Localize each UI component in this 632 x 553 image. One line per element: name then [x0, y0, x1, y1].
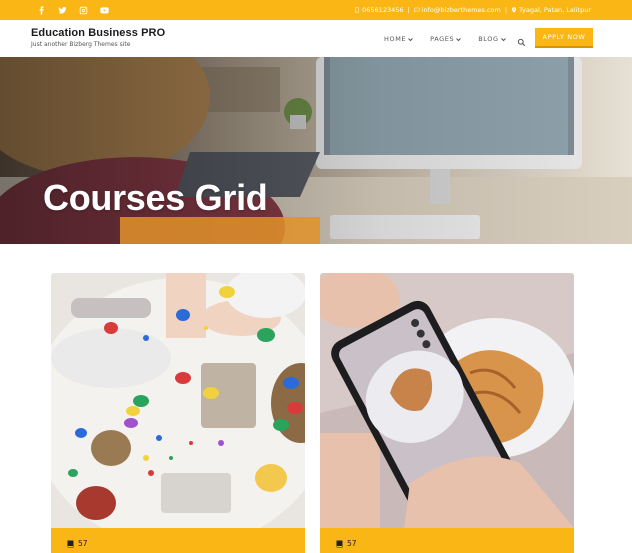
search-icon [517, 38, 526, 47]
phone-number[interactable]: 0656123456 [362, 6, 403, 14]
site-title[interactable]: Education Business PRO [31, 27, 165, 39]
lessons-count: 57 [67, 539, 88, 548]
youtube-icon [100, 6, 109, 13]
nav-item-label: HOME [384, 35, 407, 43]
chevron-down-icon [500, 37, 506, 41]
instagram-icon [79, 6, 88, 14]
course-photo-easter-eggs [51, 273, 305, 528]
contact-info: 0656123456 | info@bizberthemes.com | Tya… [354, 0, 591, 20]
apply-now-button[interactable]: APPLY NOW [535, 28, 593, 48]
chevron-down-icon [408, 37, 413, 41]
separator: | [407, 6, 410, 14]
address-info: Tyagal, Patan, Lalitpur [511, 6, 591, 14]
email-address[interactable]: info@bizberthemes.com [422, 6, 501, 14]
chat-icon [414, 7, 420, 13]
separator: | [504, 6, 508, 14]
facebook-link[interactable] [31, 0, 52, 20]
nav-item-pages[interactable]: PAGES [430, 35, 462, 43]
course-photo-phone-croissant [320, 273, 574, 528]
lessons-value: 57 [347, 539, 357, 548]
page-hero-banner: Courses Grid [0, 57, 632, 244]
course-card[interactable]: 57 [320, 273, 574, 553]
search-button[interactable] [517, 34, 526, 47]
email-info: info@bizberthemes.com [414, 6, 501, 14]
book-icon [67, 540, 74, 547]
phone-info: 0656123456 [354, 6, 404, 14]
facebook-icon [39, 5, 44, 15]
course-meta: 57 [320, 528, 574, 553]
top-bar: 0656123456 | info@bizberthemes.com | Tya… [0, 0, 632, 20]
twitter-link[interactable] [52, 0, 73, 20]
page-title: Courses Grid [43, 177, 268, 218]
nav-item-label: BLOG [478, 35, 499, 43]
site-tagline: Just another Bizberg Themes site [31, 41, 131, 48]
site-branding: Education Business PRO Just another Bizb… [31, 27, 165, 48]
book-icon [336, 540, 343, 547]
phone-icon [355, 7, 359, 13]
nav-item-label: PAGES [430, 35, 455, 43]
course-card[interactable]: 57 [51, 273, 305, 553]
nav-item-home[interactable]: HOME [384, 35, 413, 43]
course-image[interactable] [320, 273, 574, 528]
lessons-count: 57 [336, 539, 357, 548]
course-meta: 57 [51, 528, 305, 553]
map-pin-icon [512, 7, 517, 13]
social-links [31, 0, 115, 20]
address-text: Tyagal, Patan, Lalitpur [519, 6, 591, 14]
main-nav: HOME PAGES BLOG [384, 35, 523, 43]
youtube-link[interactable] [94, 0, 115, 20]
twitter-icon [58, 6, 67, 14]
course-image[interactable] [51, 273, 305, 528]
instagram-link[interactable] [73, 0, 94, 20]
site-header: Education Business PRO Just another Bizb… [0, 20, 632, 57]
chevron-down-icon [456, 37, 462, 41]
lessons-value: 57 [78, 539, 88, 548]
nav-item-blog[interactable]: BLOG [478, 35, 506, 43]
